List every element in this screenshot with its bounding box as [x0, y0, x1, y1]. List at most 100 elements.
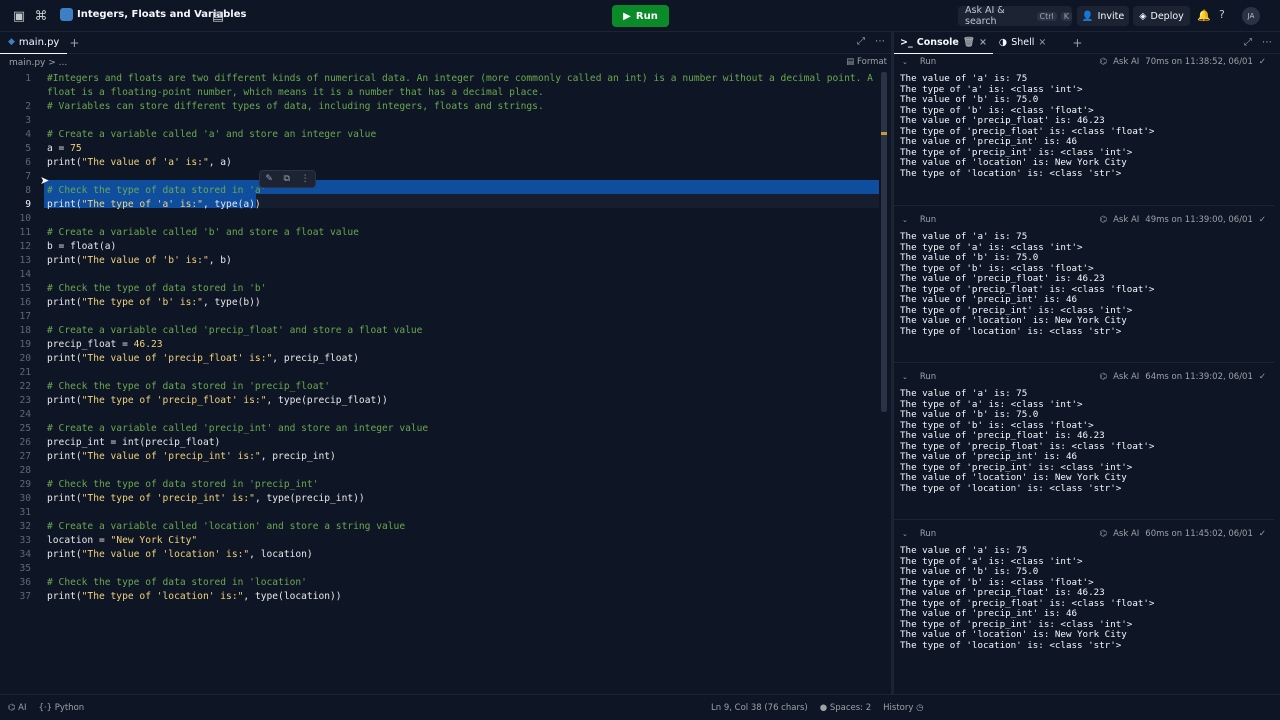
- output-line: The value of 'a' is: 75: [900, 73, 1028, 84]
- spaces-label: Spaces: 2: [829, 702, 872, 713]
- code-line[interactable]: 1 #Integers and floats are two different …: [0, 72, 880, 86]
- code-line[interactable]: 10: [0, 212, 880, 226]
- add-tab-icon[interactable]: +: [69, 36, 79, 50]
- code-line[interactable]: 15 # Check the type of data stored in 'b': [0, 282, 880, 296]
- avatar[interactable]: JA: [1242, 7, 1260, 25]
- indent-setting[interactable]: ● Spaces: 2: [820, 703, 871, 713]
- code-line[interactable]: 4 # Create a variable called 'a' and stor…: [0, 128, 880, 142]
- code-text: print("The value of 'a' is:", a): [47, 157, 232, 168]
- code-line[interactable]: 37 print("The type of 'location' is:", ty…: [0, 590, 880, 604]
- ask-ai-button[interactable]: Ask AI: [1113, 372, 1139, 382]
- more-options-icon[interactable]: ⋯: [1262, 37, 1272, 48]
- deploy-button[interactable]: ◈ Deploy: [1133, 6, 1190, 26]
- cursor-position[interactable]: Ln 9, Col 38 (76 chars): [711, 703, 808, 713]
- play-icon: ▶: [623, 10, 631, 22]
- format-button[interactable]: ▤ Format: [846, 57, 887, 67]
- more-vertical-icon[interactable]: ⋮: [301, 174, 310, 184]
- code-line[interactable]: 30 print("The type of 'precip_int' is:", …: [0, 492, 880, 506]
- code-line[interactable]: 14: [0, 268, 880, 282]
- code-line[interactable]: 18 # Create a variable called 'precip_flo…: [0, 324, 880, 338]
- code-line[interactable]: 13 print("The value of 'b' is:", b): [0, 254, 880, 268]
- code-line[interactable]: 29 # Check the type of data stored in 'pr…: [0, 478, 880, 492]
- repl-info-icon[interactable]: ▤: [207, 5, 229, 27]
- code-line[interactable]: 3: [0, 114, 880, 128]
- language-indicator[interactable]: {·} Python: [38, 703, 84, 713]
- code-line[interactable]: 6 print("The value of 'a' is:", a): [0, 156, 880, 170]
- run-header[interactable]: ⌄ Run ⌬ Ask AI 64ms on 11:39:02, 06/01 ✓: [894, 362, 1274, 385]
- line-number: 23: [19, 395, 31, 406]
- editor-scrollbar[interactable]: [881, 72, 887, 412]
- code-line[interactable]: 9 print("The type of 'a' is:", type(a)): [0, 198, 880, 212]
- expand-icon[interactable]: ⤢: [857, 36, 865, 47]
- notifications-bell-icon[interactable]: 🔔: [1197, 9, 1211, 22]
- code-line[interactable]: 28: [0, 464, 880, 478]
- code-line[interactable]: 16 print("The type of 'b' is:", type(b)): [0, 296, 880, 310]
- code-line[interactable]: 27 print("The value of 'precip_int' is:",…: [0, 450, 880, 464]
- tab-console[interactable]: >_ Console 🗑 ×: [894, 32, 993, 54]
- code-editor[interactable]: 1 #Integers and floats are two different …: [0, 72, 880, 604]
- history-button[interactable]: History ◷: [883, 703, 923, 713]
- expand-icon[interactable]: ⤢: [1244, 37, 1252, 48]
- edit-pencil-icon[interactable]: ✎: [265, 174, 273, 184]
- code-text: float is a floating-point number, which …: [47, 87, 544, 98]
- code-line[interactable]: 24: [0, 408, 880, 422]
- ask-ai-button[interactable]: Ask AI: [1113, 529, 1139, 539]
- code-line[interactable]: 21: [0, 366, 880, 380]
- run-header[interactable]: ⌄ Run ⌬ Ask AI 60ms on 11:45:02, 06/01 ✓: [894, 519, 1274, 542]
- add-tab-icon[interactable]: +: [1072, 36, 1082, 50]
- run-button[interactable]: ▶ Run: [612, 5, 669, 27]
- tab-shell[interactable]: ◑ Shell ×: [993, 32, 1052, 54]
- line-number: 32: [19, 521, 31, 532]
- code-line[interactable]: 32 # Create a variable called 'location' …: [0, 520, 880, 534]
- code-line[interactable]: 22 # Check the type of data stored in 'pr…: [0, 380, 880, 394]
- sidebar-toggle-icon[interactable]: ▣: [8, 5, 30, 27]
- code-line[interactable]: 20 print("The value of 'precip_float' is:…: [0, 352, 880, 366]
- run-label: Run: [919, 372, 937, 382]
- code-line[interactable]: 33 location = "New York City": [0, 534, 880, 548]
- ask-ai-button[interactable]: Ask AI: [1113, 57, 1139, 67]
- code-line[interactable]: 11 # Create a variable called 'b' and sto…: [0, 226, 880, 240]
- output-line: The value of 'b' is: 75.0: [900, 566, 1039, 577]
- chevron-down-icon[interactable]: ⌄: [902, 58, 908, 66]
- more-options-icon[interactable]: ⋯: [875, 36, 885, 47]
- run-output: The value of 'a' is: 75 The type of 'a' i…: [894, 73, 1274, 179]
- help-icon[interactable]: ?: [1219, 8, 1225, 21]
- run-header[interactable]: ⌄ Run ⌬ Ask AI 70ms on 11:38:52, 06/01 ✓: [894, 54, 1274, 70]
- code-line[interactable]: 36 # Check the type of data stored in 'lo…: [0, 576, 880, 590]
- code-line[interactable]: 5 a = 75: [0, 142, 880, 156]
- braces-icon: {·}: [38, 702, 55, 713]
- repl-menu-icon[interactable]: ⌘: [30, 5, 52, 27]
- code-line[interactable]: 35: [0, 562, 880, 576]
- code-line[interactable]: float is a floating-point number, which …: [0, 86, 880, 100]
- chevron-down-icon[interactable]: ⌄: [902, 216, 908, 224]
- close-icon[interactable]: ×: [1038, 37, 1046, 48]
- code-line[interactable]: 12 b = float(a): [0, 240, 880, 254]
- tab-main-py[interactable]: ◆ main.py: [0, 32, 68, 54]
- chevron-down-icon[interactable]: ⌄: [902, 530, 908, 538]
- ask-ai-search[interactable]: Ask AI & search Ctrl K: [958, 5, 1072, 27]
- code-line[interactable]: 8 # Check the type of data stored in 'a': [0, 184, 880, 198]
- code-line[interactable]: 26 precip_int = int(precip_float): [0, 436, 880, 450]
- ai-label: AI: [18, 702, 27, 713]
- code-line[interactable]: 19 precip_float = 46.23: [0, 338, 880, 352]
- code-text: # Create a variable called 'b' and store…: [47, 227, 359, 238]
- code-line[interactable]: 25 # Create a variable called 'precip_int…: [0, 422, 880, 436]
- close-icon[interactable]: ×: [979, 37, 987, 48]
- code-line[interactable]: 7: [0, 170, 880, 184]
- copy-icon[interactable]: ⧉: [284, 174, 290, 184]
- code-line[interactable]: 34 print("The value of 'location' is:", l…: [0, 548, 880, 562]
- code-line[interactable]: 2 # Variables can store different types o…: [0, 100, 880, 114]
- delete-icon[interactable]: 🗑: [963, 37, 975, 48]
- chevron-down-icon[interactable]: ⌄: [902, 373, 908, 381]
- ai-status[interactable]: ⌬ AI: [8, 703, 26, 713]
- ask-ai-button[interactable]: Ask AI: [1113, 215, 1139, 225]
- run-header[interactable]: ⌄ Run ⌬ Ask AI 49ms on 11:39:00, 06/01 ✓: [894, 205, 1274, 228]
- run-label: Run: [919, 57, 937, 67]
- code-line[interactable]: 31: [0, 506, 880, 520]
- run-timing: 64ms on 11:39:02, 06/01: [1145, 372, 1253, 382]
- code-line[interactable]: 17: [0, 310, 880, 324]
- line-number: 8: [25, 185, 31, 196]
- breadcrumb[interactable]: main.py > ...: [9, 58, 67, 68]
- invite-button[interactable]: 👤 Invite: [1077, 6, 1129, 26]
- code-line[interactable]: 23 print("The type of 'precip_float' is:"…: [0, 394, 880, 408]
